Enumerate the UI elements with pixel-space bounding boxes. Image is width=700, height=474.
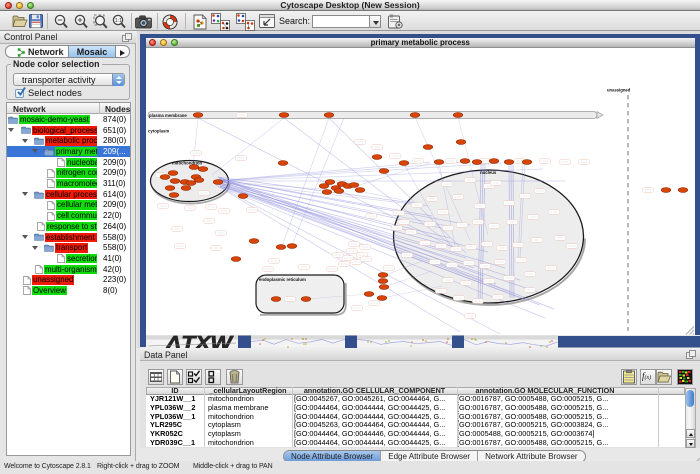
svg-text:cytoplasm: cytoplasm: [148, 129, 169, 134]
svg-text:unassigned: unassigned: [607, 88, 631, 93]
svg-text:nucleus: nucleus: [480, 170, 497, 175]
svg-text:plasma membrane: plasma membrane: [149, 113, 187, 118]
svg-text:ΛTXW: ΛTXW: [165, 335, 235, 349]
svg-text:endoplasmic reticulum: endoplasmic reticulum: [259, 277, 306, 282]
svg-text:1:1: 1:1: [115, 18, 122, 24]
svg-text:mitochondrion: mitochondrion: [172, 161, 202, 166]
